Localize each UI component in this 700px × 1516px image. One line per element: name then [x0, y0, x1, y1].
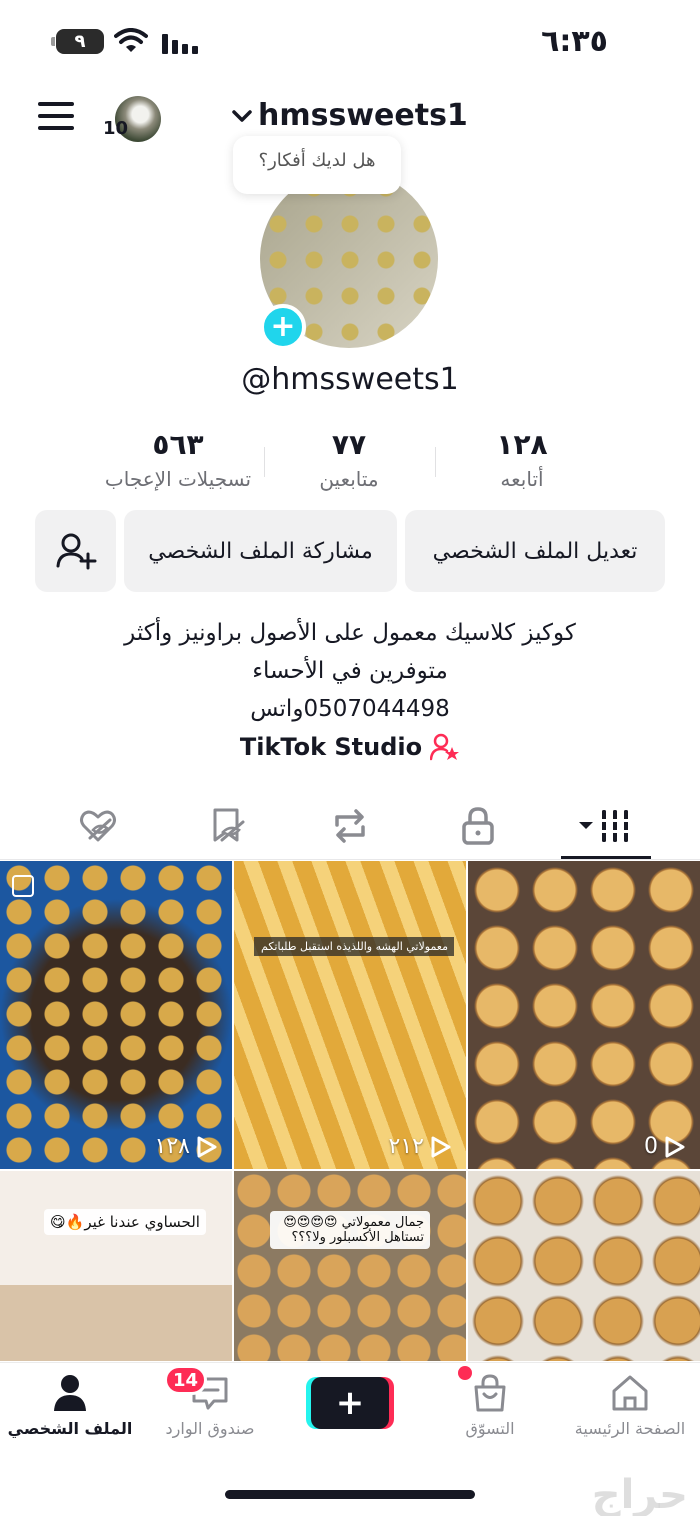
video-thumbnail[interactable]: الحساوي عندنا غير🔥😋 — [0, 1171, 232, 1361]
nav-home-label: الصفحة الرئيسية — [574, 1419, 686, 1438]
bio-line: 0507044498واتس — [250, 696, 450, 722]
ideas-bubble[interactable]: هل لديك أفكار؟ — [233, 136, 401, 194]
tab-videos[interactable] — [575, 800, 635, 852]
home-icon — [612, 1375, 648, 1411]
watermark: حراج — [591, 1472, 688, 1516]
menu-icon[interactable] — [38, 102, 74, 130]
likes-count: ٥٦٣ — [152, 428, 204, 461]
cellular-signal-icon — [162, 34, 198, 54]
play-count-value: 0 — [644, 1134, 658, 1159]
profile-bio: كوكيز كلاسيك معمول على الأصول براونيز وأ… — [0, 614, 700, 728]
nav-home[interactable]: الصفحة الرئيسية — [560, 1373, 700, 1438]
likes-label: تسجيلات الإعجاب — [104, 467, 252, 491]
content-tabs — [0, 800, 700, 860]
header-username: hmssweets1 — [258, 98, 468, 133]
bio-line: متوفرين في الأحساء — [252, 658, 448, 684]
video-caption: جمال معمولاتي 😍😍😍😍 تستاهل الأكسبلور ولا؟… — [270, 1211, 430, 1249]
hidden-heart-icon — [80, 810, 116, 842]
play-icon — [197, 1136, 217, 1157]
profile-icon — [54, 1375, 86, 1411]
tab-liked[interactable] — [68, 800, 128, 852]
battery-icon: ٩ — [51, 29, 104, 54]
followers-count: ٧٧ — [331, 428, 367, 461]
add-photo-button[interactable]: + — [260, 304, 306, 350]
hidden-bookmark-icon — [213, 808, 245, 842]
repost-icon — [335, 809, 365, 843]
video-thumbnail[interactable]: جمال معمولاتي 😍😍😍😍 تستاهل الأكسبلور ولا؟… — [234, 1171, 466, 1361]
tab-favorites[interactable] — [196, 800, 256, 852]
video-thumbnail[interactable] — [468, 1171, 700, 1361]
profile-handle: @hmssweets1 — [241, 362, 459, 397]
play-count-value: ٢١٢ — [388, 1134, 424, 1159]
battery-level: ٩ — [74, 31, 86, 52]
inbox-badge: 14 — [164, 1365, 208, 1395]
nav-profile[interactable]: الملف الشخصي — [0, 1373, 140, 1438]
followers-label: متابعين — [319, 467, 379, 491]
tab-private[interactable] — [448, 800, 508, 852]
nav-shop[interactable]: التسوّق — [420, 1373, 560, 1438]
tab-reposts[interactable] — [320, 800, 380, 852]
wifi-icon — [114, 28, 148, 52]
shop-notification-dot — [458, 1366, 472, 1380]
play-icon — [431, 1136, 451, 1157]
account-switcher[interactable]: hmssweets1 — [230, 98, 468, 133]
play-count: ٢١٢ — [389, 1134, 452, 1159]
video-thumbnail[interactable]: ١٢٨ — [0, 861, 232, 1169]
following-label: أتابعه — [500, 467, 544, 491]
bio-line: كوكيز كلاسيك معمول على الأصول براونيز وأ… — [124, 620, 576, 646]
status-bar: ٩ ٦:٣٥ — [0, 0, 700, 80]
nav-inbox-label: صندوق الوارد — [165, 1419, 255, 1438]
lock-icon — [462, 807, 494, 845]
avatar-badge: 10 — [103, 118, 129, 139]
nav-profile-label: الملف الشخصي — [7, 1419, 133, 1438]
share-profile-button[interactable]: مشاركة الملف الشخصي — [124, 510, 397, 592]
edit-profile-button[interactable]: تعديل الملف الشخصي — [405, 510, 665, 592]
home-indicator — [225, 1490, 475, 1499]
video-caption: معمولاتي الهشه واللذيذه استقبل طلباتكم — [254, 937, 454, 956]
play-count: ١٢٨ — [155, 1134, 218, 1159]
tiktok-studio-label: TikTok Studio — [239, 733, 423, 761]
following-count: ١٢٨ — [496, 428, 548, 461]
grid-icon — [579, 810, 632, 842]
video-thumbnail[interactable]: 0 — [468, 861, 700, 1169]
video-caption: الحساوي عندنا غير🔥😋 — [44, 1209, 206, 1235]
plus-icon: + — [270, 309, 296, 344]
nav-shop-label: التسوّق — [465, 1419, 515, 1438]
play-icon — [665, 1136, 685, 1157]
multi-select-icon — [12, 875, 34, 897]
add-user-icon — [56, 533, 96, 570]
stat-following[interactable]: ١٢٨ أتابعه — [422, 428, 622, 491]
stat-likes[interactable]: ٥٦٣ تسجيلات الإعجاب — [78, 428, 278, 491]
create-button[interactable]: + — [311, 1377, 389, 1429]
add-friend-button[interactable] — [35, 510, 116, 592]
video-thumbnail[interactable]: معمولاتي الهشه واللذيذه استقبل طلباتكم ٢… — [234, 861, 466, 1169]
tabs-divider — [0, 859, 700, 860]
chevron-down-icon — [232, 109, 252, 122]
tiktok-studio-link[interactable]: TikTok Studio — [0, 732, 700, 762]
nav-inbox[interactable]: صندوق الوارد — [140, 1373, 280, 1438]
plus-icon: + — [335, 1383, 365, 1423]
ideas-bubble-text: هل لديك أفكار؟ — [258, 150, 376, 171]
creator-star-icon — [430, 733, 460, 761]
stat-followers[interactable]: ٧٧ متابعين — [249, 428, 449, 491]
shopping-bag-icon — [474, 1374, 506, 1412]
play-count: 0 — [644, 1134, 686, 1159]
play-count-value: ١٢٨ — [154, 1134, 190, 1159]
clock: ٦:٣٥ — [541, 24, 608, 59]
